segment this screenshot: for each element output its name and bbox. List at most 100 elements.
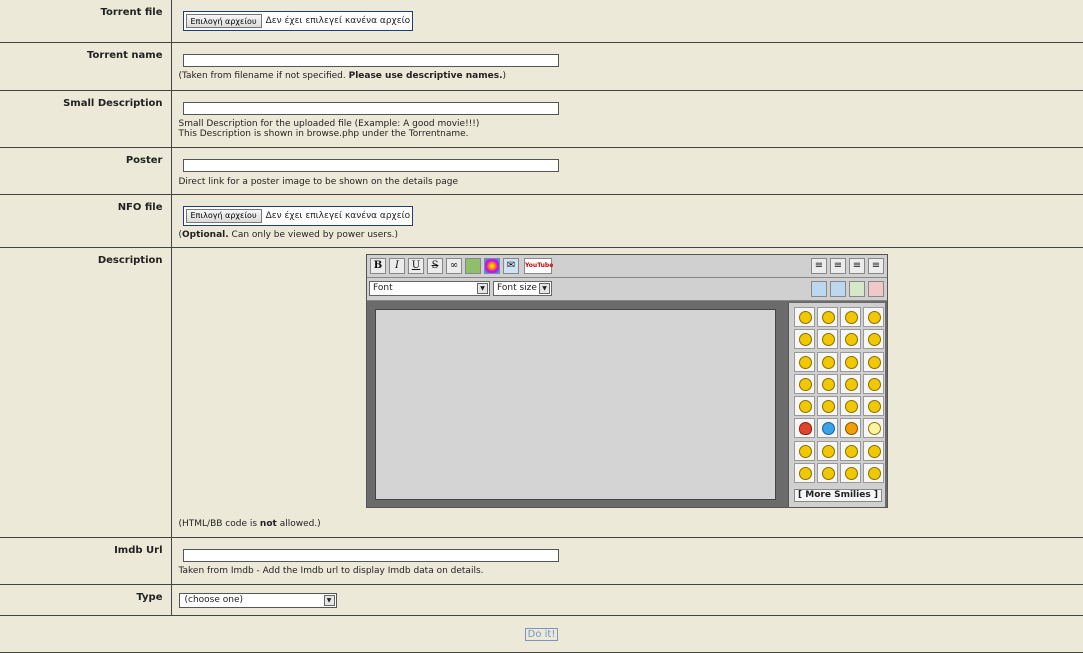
smiley-arrow-right[interactable] <box>794 441 815 461</box>
imdb-input[interactable] <box>183 549 559 562</box>
description-textarea[interactable] <box>375 309 776 500</box>
smiley-tongue-out[interactable] <box>817 396 838 416</box>
font-size-select[interactable]: Font size ▼ <box>493 281 552 296</box>
arrow-left-icon <box>822 445 835 458</box>
font-select[interactable]: Font ▼ <box>369 281 490 296</box>
smiley-arrow-left[interactable] <box>817 441 838 461</box>
smiley-sunglasses[interactable] <box>863 374 884 394</box>
type-selected: (choose one) <box>185 595 244 605</box>
align-left-icon[interactable]: ≡ <box>811 258 827 274</box>
smiley-laugh[interactable] <box>840 307 861 327</box>
smiley-happy2[interactable] <box>840 396 861 416</box>
image-icon[interactable] <box>465 258 481 274</box>
smiley-surprised[interactable] <box>840 352 861 372</box>
nfo-file-input[interactable]: Επιλογή αρχείου Δεν έχει επιλεγεί κανένα… <box>183 206 414 226</box>
nfo-file-status: Δεν έχει επιλεγεί κανένα αρχείο <box>266 211 411 221</box>
wave-icon <box>799 400 812 413</box>
smiley-idea[interactable] <box>863 418 884 438</box>
font-size-select-value: Font size <box>497 283 537 293</box>
smiley-think[interactable] <box>863 441 884 461</box>
smiley-grin[interactable] <box>817 307 838 327</box>
description-label: Description <box>0 247 171 537</box>
poster-label: Poster <box>0 147 171 194</box>
smiley-neutral[interactable] <box>840 374 861 394</box>
italic-button[interactable]: I <box>389 258 405 274</box>
tongue-icon <box>845 333 858 346</box>
bbcode-editor: B I U S ∞ ✉ YouTube ≡ ≡ ≡ ≡ Font ▼ Font … <box>366 254 888 508</box>
worried-icon <box>845 467 858 480</box>
align-justify-icon[interactable]: ≡ <box>849 258 865 274</box>
smiley-smirk[interactable] <box>794 463 815 483</box>
smiley-silly[interactable] <box>863 463 884 483</box>
happy-icon <box>822 333 835 346</box>
small-description-input[interactable] <box>183 102 559 115</box>
smilies-grid <box>794 307 885 484</box>
smiley-worried[interactable] <box>840 463 861 483</box>
smiley-heart[interactable] <box>794 418 815 438</box>
smiley-smile[interactable] <box>794 307 815 327</box>
smiley-angel[interactable] <box>794 374 815 394</box>
torrent-file-input[interactable]: Επιλογή αρχείου Δεν έχει επιλεγεί κανένα… <box>183 11 414 31</box>
small-description-hint-1: Small Description for the uploaded file … <box>179 119 1083 129</box>
torrent-file-label: Torrent file <box>0 0 171 42</box>
youtube-icon[interactable]: YouTube <box>524 258 552 274</box>
editor-toolbar: B I U S ∞ ✉ YouTube ≡ ≡ ≡ ≡ <box>367 255 887 278</box>
preview-icon[interactable] <box>849 281 865 297</box>
indent-icon[interactable] <box>811 281 827 297</box>
sad-icon <box>799 356 812 369</box>
underline-button[interactable]: U <box>408 258 424 274</box>
email-icon[interactable]: ✉ <box>503 258 519 274</box>
bold-button[interactable]: B <box>370 258 386 274</box>
choose-file-button[interactable]: Επιλογή αρχείου <box>186 14 262 28</box>
imdb-hint: Taken from Imdb - Add the Imdb url to di… <box>179 566 1083 576</box>
small-description-hint-2: This Description is shown in browse.php … <box>179 129 1083 139</box>
type-label: Type <box>0 584 171 615</box>
happy2-icon <box>845 400 858 413</box>
poster-input[interactable] <box>183 159 559 172</box>
poster-hint: Direct link for a poster image to be sho… <box>179 177 1083 187</box>
smiley-tongue[interactable] <box>840 329 861 349</box>
type-select[interactable]: (choose one) ▼ <box>179 593 337 608</box>
smile-icon <box>799 311 812 324</box>
silly-icon <box>868 467 881 480</box>
smiley-cool-eyes[interactable] <box>817 374 838 394</box>
smirk-icon <box>799 467 812 480</box>
question-icon <box>822 422 835 435</box>
torrent-name-label: Torrent name <box>0 42 171 90</box>
nfo-file-hint: (Optional. Can only be viewed by power u… <box>179 230 1083 240</box>
smiley-wave[interactable] <box>794 396 815 416</box>
imdb-label: Imdb Url <box>0 537 171 584</box>
more-smilies-link[interactable]: [ More Smilies ] <box>794 489 882 502</box>
wink-icon <box>799 333 812 346</box>
clear-icon[interactable] <box>868 281 884 297</box>
heart-icon <box>799 422 812 435</box>
color-icon[interactable] <box>484 258 500 274</box>
smiley-sleepy[interactable] <box>863 352 884 372</box>
smiley-wink[interactable] <box>794 329 815 349</box>
cool-eyes-icon <box>822 378 835 391</box>
smiley-happy[interactable] <box>817 329 838 349</box>
smiley-unsure[interactable] <box>863 396 884 416</box>
smiley-confused[interactable] <box>863 329 884 349</box>
smiley-grin2[interactable] <box>817 463 838 483</box>
arrow-right-icon <box>799 445 812 458</box>
outdent-icon[interactable] <box>830 281 846 297</box>
submit-button[interactable]: Do it! <box>525 628 559 641</box>
torrent-name-input[interactable] <box>183 54 559 67</box>
smiley-rofl[interactable] <box>863 307 884 327</box>
smiley-blush[interactable] <box>840 441 861 461</box>
link-icon[interactable]: ∞ <box>446 258 462 274</box>
file-status: Δεν έχει επιλεγεί κανένα αρχείο <box>266 16 411 26</box>
unsure-icon <box>868 400 881 413</box>
align-right-icon[interactable]: ≡ <box>868 258 884 274</box>
smiley-warning[interactable] <box>840 418 861 438</box>
align-center-icon[interactable]: ≡ <box>830 258 846 274</box>
smiley-sad[interactable] <box>794 352 815 372</box>
smiley-shocked[interactable] <box>817 352 838 372</box>
smiley-question[interactable] <box>817 418 838 438</box>
strike-button[interactable]: S <box>427 258 443 274</box>
editor-toolbar-2: Font ▼ Font size ▼ <box>367 278 887 301</box>
angel-icon <box>799 378 812 391</box>
grin2-icon <box>822 467 835 480</box>
choose-nfo-button[interactable]: Επιλογή αρχείου <box>186 209 262 223</box>
